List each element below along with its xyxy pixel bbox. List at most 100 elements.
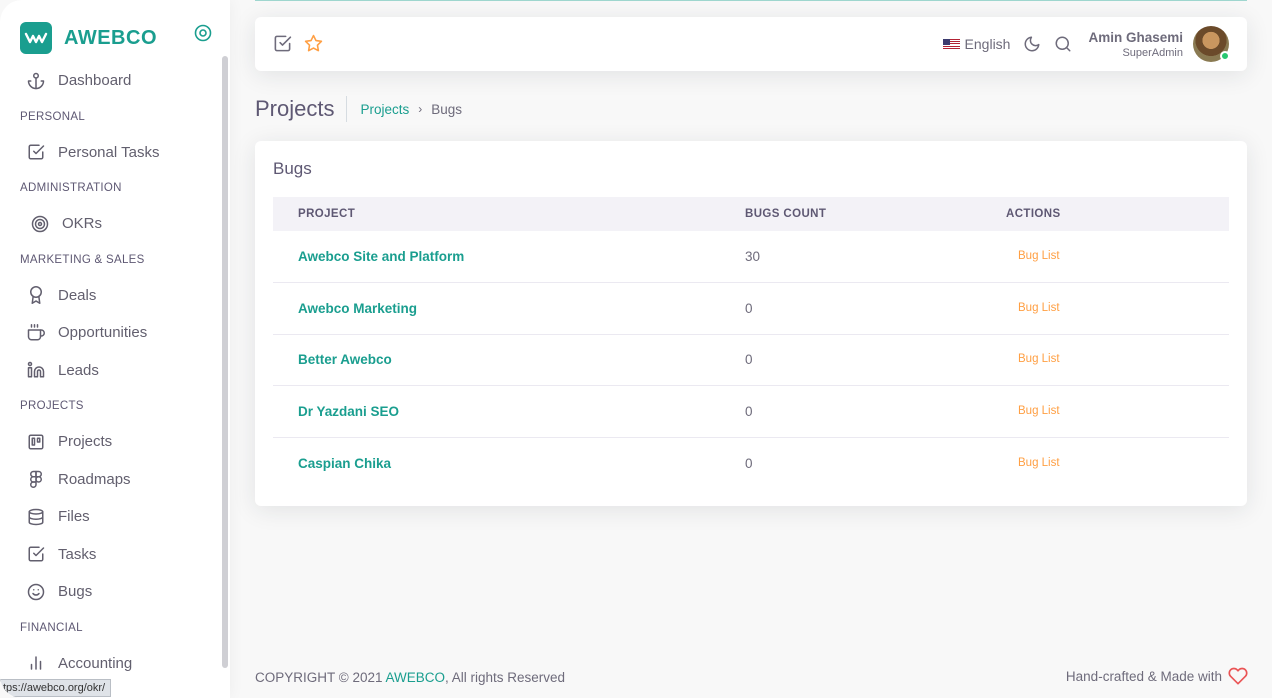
- user-role: SuperAdmin: [1122, 46, 1183, 59]
- sidebar-scrollbar[interactable]: [222, 56, 228, 668]
- bugs-count: 0: [745, 403, 753, 419]
- bug-list-link[interactable]: Bug List: [1018, 353, 1060, 365]
- bug-list-link[interactable]: Bug List: [1018, 457, 1060, 469]
- moon-icon[interactable]: [1022, 34, 1042, 54]
- figma-icon: [26, 469, 46, 489]
- table-header-row: PROJECT BUGS COUNT ACTIONS: [273, 197, 1229, 231]
- project-name-link[interactable]: Better Awebco: [273, 334, 720, 386]
- sidebar-item-tasks[interactable]: Tasks: [0, 536, 222, 574]
- award-icon: [26, 285, 46, 305]
- sidebar-item-label: Personal Tasks: [58, 143, 160, 161]
- sidebar-item-label: Accounting: [58, 654, 133, 672]
- copyright-suffix: , All rights Reserved: [445, 670, 566, 685]
- footer-right-text: Hand-crafted & Made with: [1065, 668, 1222, 684]
- sidebar-item-label: Deals: [58, 286, 97, 304]
- card-title: Bugs: [273, 159, 312, 178]
- table-row: Dr Yazdani SEO 0 Bug List: [273, 386, 1229, 438]
- footer-copyright: COPYRIGHT © 2021 AWEBCO, All rights Rese…: [255, 670, 565, 685]
- copyright-prefix: COPYRIGHT © 2021: [255, 670, 386, 685]
- trello-icon: [26, 432, 46, 452]
- checkbox-icon[interactable]: [273, 34, 292, 56]
- column-header-project: PROJECT: [298, 208, 356, 220]
- bugs-count: 0: [745, 300, 753, 316]
- menu-section-header: MARKETING & SALES: [20, 253, 145, 266]
- copyright-brand-link[interactable]: AWEBCO: [386, 670, 446, 685]
- sidebar-item-label: Roadmaps: [58, 470, 131, 488]
- search-icon[interactable]: [1053, 34, 1073, 54]
- actions-cell: Bug List: [981, 386, 1229, 438]
- sidebar-item-label: Dashboard: [58, 72, 132, 90]
- linkedin-icon: [26, 360, 46, 380]
- us-flag-icon: [942, 38, 960, 50]
- database-icon: [26, 507, 46, 527]
- brand[interactable]: AWEBCO: [20, 21, 157, 55]
- footer-made-with: Hand-crafted & Made with: [1066, 666, 1248, 686]
- sidebar-item-label: Tasks: [58, 545, 97, 563]
- sidebar-item-files[interactable]: Files: [0, 498, 222, 536]
- sidebar-item-deals[interactable]: Deals: [0, 277, 222, 315]
- bugs-count: 0: [745, 352, 753, 368]
- table-row: Caspian Chika 0 Bug List: [273, 437, 1229, 489]
- actions-cell: Bug List: [981, 283, 1229, 335]
- sidebar-item-label: Leads: [58, 361, 99, 379]
- target-icon: [30, 214, 50, 234]
- top-accent-line: [255, 0, 1247, 1]
- online-status-dot: [1220, 51, 1230, 61]
- anchor-icon: [26, 71, 46, 91]
- sidebar-item-label: Files: [58, 508, 90, 526]
- breadcrumb: Projects › Bugs: [347, 102, 462, 117]
- status-url: tps://awebco.org/okr/: [0, 679, 112, 697]
- menu-section-header: ADMINISTRATION: [20, 182, 122, 194]
- language-selector[interactable]: English: [942, 36, 1010, 52]
- user-name: Amin Ghasemi: [1088, 29, 1183, 45]
- bugs-table: PROJECT BUGS COUNT ACTIONS Awebco Site a…: [273, 197, 1229, 489]
- sidebar-item-label: Opportunities: [58, 324, 148, 342]
- menu-section-header: PERSONAL: [20, 110, 86, 123]
- chevron-right-icon: ›: [418, 102, 423, 116]
- menu-section-header: PROJECTS: [20, 400, 84, 412]
- avatar[interactable]: [1193, 26, 1230, 62]
- sidebar-item-projects[interactable]: Projects: [0, 423, 222, 461]
- sidebar-item-leads[interactable]: Leads: [0, 352, 222, 390]
- table-row: Awebco Site and Platform 30 Bug List: [273, 231, 1229, 283]
- sidebar-item-roadmaps[interactable]: Roadmaps: [0, 461, 222, 499]
- checkbox-icon: [26, 544, 46, 564]
- actions-cell: Bug List: [981, 437, 1229, 489]
- actions-cell: Bug List: [981, 231, 1229, 283]
- project-name-link[interactable]: Awebco Marketing: [273, 283, 720, 335]
- sidebar-item-opportunities[interactable]: Opportunities: [0, 314, 222, 352]
- sidebar-item-personal-tasks[interactable]: Personal Tasks: [0, 134, 222, 172]
- sidebar-item-bugs[interactable]: Bugs: [0, 573, 222, 611]
- project-name-link[interactable]: Awebco Site and Platform: [273, 231, 720, 283]
- brand-name: AWEBCO: [64, 26, 157, 49]
- bugs-count: 30: [745, 249, 761, 264]
- table-row: Better Awebco 0 Bug List: [273, 334, 1229, 386]
- sidebar-item-label: Projects: [58, 433, 113, 451]
- sidebar-item-okrs[interactable]: OKRs: [0, 205, 222, 243]
- bugs-count: 0: [745, 455, 753, 471]
- menu-section-header: FINANCIAL: [20, 621, 83, 634]
- sidebar-toggle-icon[interactable]: [194, 24, 212, 42]
- brand-logo-icon: [20, 22, 52, 54]
- project-name-link[interactable]: Dr Yazdani SEO: [273, 386, 720, 438]
- sidebar-item-accounting[interactable]: Accounting: [0, 645, 222, 683]
- app-window: AWEBCO Dashboard PERSONAL Personal Tasks AD…: [0, 0, 1272, 698]
- bug-list-link[interactable]: Bug List: [1018, 250, 1060, 262]
- star-icon[interactable]: [304, 34, 323, 56]
- user-menu[interactable]: Amin Ghasemi SuperAdmin: [1088, 30, 1183, 59]
- sidebar-item-label: OKRs: [62, 215, 103, 233]
- bug-list-link[interactable]: Bug List: [1018, 302, 1060, 314]
- column-header-actions: ACTIONS: [1006, 208, 1061, 220]
- bug-list-link[interactable]: Bug List: [1018, 405, 1060, 417]
- sidebar-item-dashboard[interactable]: Dashboard: [0, 62, 222, 100]
- breadcrumb-current: Bugs: [431, 101, 463, 117]
- coffee-icon: [26, 323, 46, 343]
- smile-icon: [26, 582, 46, 602]
- sidebar-menu: Dashboard PERSONAL Personal Tasks ADMINISTR…: [0, 62, 222, 682]
- project-name-link[interactable]: Caspian Chika: [273, 437, 720, 489]
- sidebar-item-label: Bugs: [58, 583, 93, 601]
- sidebar: AWEBCO Dashboard PERSONAL Personal Tasks AD…: [0, 0, 230, 698]
- page-header: Projects Projects › Bugs: [255, 94, 462, 124]
- breadcrumb-link-projects[interactable]: Projects: [360, 102, 409, 117]
- bugs-card: Bugs PROJECT BUGS COUNT ACTIONS Awebco S…: [255, 141, 1247, 506]
